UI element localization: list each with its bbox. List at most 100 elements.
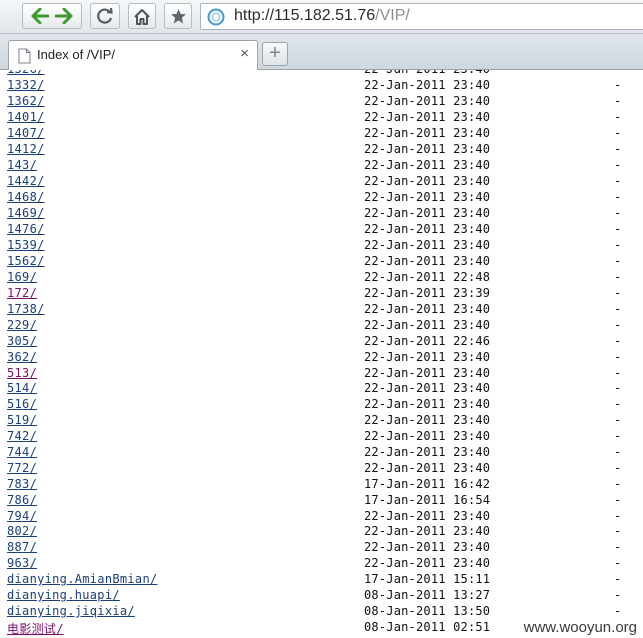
directory-link[interactable]: 783/ (7, 477, 37, 491)
file-size: - (614, 588, 622, 603)
home-button[interactable] (128, 3, 156, 29)
close-tab-icon[interactable]: × (240, 45, 249, 62)
file-size: - (614, 603, 622, 618)
directory-link[interactable]: 516/ (7, 397, 37, 411)
directory-link[interactable]: 963/ (7, 556, 37, 570)
page-icon (18, 48, 31, 69)
tab-title: Index of /VIP/ (37, 47, 116, 62)
forward-arrow-icon[interactable] (55, 8, 73, 24)
listing-row: 362/22-Jan-2011 23:40 - (0, 349, 643, 365)
file-size: - (614, 70, 621, 76)
directory-link[interactable]: 1407/ (7, 126, 45, 140)
file-size: - (614, 174, 622, 188)
url-text[interactable]: http://115.182.51.76/VIP/ (234, 7, 410, 25)
listing-rows: 1326/22-Jan-2011 23:40-1332/22-Jan-2011 … (0, 70, 643, 637)
directory-link[interactable]: 172/ (7, 286, 37, 300)
modified-date: 22-Jan-2011 23:40 (364, 349, 491, 364)
directory-link[interactable]: 169/ (7, 270, 37, 284)
file-size: - (614, 254, 622, 268)
listing-row: dianying.huapi/08-Jan-2011 13:27 - (0, 587, 643, 603)
file-size: - (614, 222, 622, 236)
file-size: - (614, 110, 622, 124)
tab-index-vip[interactable]: Index of /VIP/ × (8, 40, 258, 70)
listing-row: 794/22-Jan-2011 23:40 - (0, 508, 643, 524)
modified-date: 22-Jan-2011 23:40 (364, 70, 490, 76)
modified-date: 22-Jan-2011 23:40 (364, 445, 491, 460)
directory-listing: 1326/22-Jan-2011 23:40-1332/22-Jan-2011 … (0, 70, 643, 638)
modified-date: 22-Jan-2011 23:40 (364, 190, 491, 204)
modified-date: 22-Jan-2011 23:40 (364, 365, 491, 380)
directory-link[interactable]: 772/ (7, 461, 37, 475)
modified-date: 22-Jan-2011 23:40 (364, 206, 491, 220)
address-bar[interactable]: http://115.182.51.76/VIP/ (200, 3, 643, 30)
listing-row: 169/22-Jan-2011 22:48 - (0, 269, 643, 285)
modified-date: 22-Jan-2011 23:40 (364, 222, 491, 236)
directory-link[interactable]: 1326/ (7, 70, 45, 76)
directory-link[interactable]: dianying.jiqixia/ (7, 604, 135, 618)
navigation-toolbar: http://115.182.51.76/VIP/ (0, 0, 643, 34)
directory-link[interactable]: 802/ (7, 524, 37, 538)
directory-link[interactable]: 1562/ (7, 254, 45, 268)
listing-row: 1562/22-Jan-2011 23:40 - (0, 253, 643, 269)
listing-row: 1401/22-Jan-2011 23:40 - (0, 109, 643, 125)
directory-link[interactable]: 1539/ (7, 238, 45, 252)
modified-date: 22-Jan-2011 23:40 (364, 508, 491, 523)
file-size: - (614, 429, 622, 444)
listing-row: 963/22-Jan-2011 23:40 - (0, 555, 643, 571)
file-size: - (614, 572, 622, 587)
directory-link[interactable]: 1332/ (7, 78, 45, 92)
modified-date: 22-Jan-2011 23:40 (364, 94, 491, 108)
directory-link[interactable]: dianying.huapi/ (7, 588, 120, 602)
directory-link[interactable]: 1468/ (7, 190, 45, 204)
file-size: - (614, 190, 622, 204)
modified-date: 22-Jan-2011 23:40 (364, 460, 491, 475)
directory-link[interactable]: 143/ (7, 158, 37, 172)
directory-link[interactable]: 1476/ (7, 222, 45, 236)
listing-row: 744/22-Jan-2011 23:40 - (0, 444, 643, 460)
directory-link[interactable]: 1362/ (7, 94, 45, 108)
modified-date: 22-Jan-2011 23:40 (364, 524, 491, 539)
modified-date: 22-Jan-2011 23:40 (364, 397, 491, 412)
listing-row: 1332/22-Jan-2011 23:40 - (0, 77, 643, 93)
modified-date: 22-Jan-2011 23:39 (364, 286, 491, 300)
favorites-button[interactable] (164, 3, 192, 29)
file-size: - (614, 94, 622, 108)
directory-link[interactable]: 887/ (7, 540, 37, 554)
directory-link[interactable]: 1412/ (7, 142, 45, 156)
directory-link[interactable]: 786/ (7, 493, 37, 507)
listing-row: 513/22-Jan-2011 23:40 - (0, 365, 643, 381)
directory-link[interactable]: 742/ (7, 429, 37, 443)
directory-link[interactable]: 519/ (7, 413, 37, 427)
directory-link[interactable]: 362/ (7, 350, 37, 364)
directory-link[interactable]: 1738/ (7, 302, 45, 316)
back-arrow-icon[interactable] (31, 8, 49, 24)
file-size: - (614, 349, 622, 364)
directory-link[interactable]: 514/ (7, 381, 37, 395)
file-size: - (614, 333, 622, 348)
back-forward-group (22, 3, 82, 29)
directory-link[interactable]: dianying.AmianBmian/ (7, 572, 158, 586)
listing-row: 1407/22-Jan-2011 23:40 - (0, 125, 643, 141)
new-tab-button[interactable]: + (262, 42, 288, 66)
listing-row: 516/22-Jan-2011 23:40 - (0, 396, 643, 412)
file-size: - (614, 524, 622, 539)
directory-link[interactable]: 电影测试/ (7, 620, 64, 637)
directory-link[interactable]: 1442/ (7, 174, 45, 188)
file-size: - (614, 460, 622, 475)
file-size: - (614, 445, 622, 460)
directory-link[interactable]: 794/ (7, 509, 37, 523)
file-size: - (614, 158, 622, 172)
directory-link[interactable]: 1401/ (7, 110, 45, 124)
file-size: - (614, 492, 622, 507)
directory-link[interactable]: 1469/ (7, 206, 45, 220)
listing-row: 1476/22-Jan-2011 23:40 - (0, 221, 643, 237)
directory-link[interactable]: 744/ (7, 445, 37, 459)
directory-link[interactable]: 513/ (7, 366, 37, 380)
modified-date: 22-Jan-2011 23:40 (364, 158, 491, 172)
modified-date: 22-Jan-2011 23:40 (364, 540, 491, 555)
listing-row: 1362/22-Jan-2011 23:40 - (0, 93, 643, 109)
refresh-button[interactable] (90, 3, 120, 29)
star-icon (170, 8, 187, 25)
directory-link[interactable]: 305/ (7, 334, 37, 348)
directory-link[interactable]: 229/ (7, 318, 37, 332)
